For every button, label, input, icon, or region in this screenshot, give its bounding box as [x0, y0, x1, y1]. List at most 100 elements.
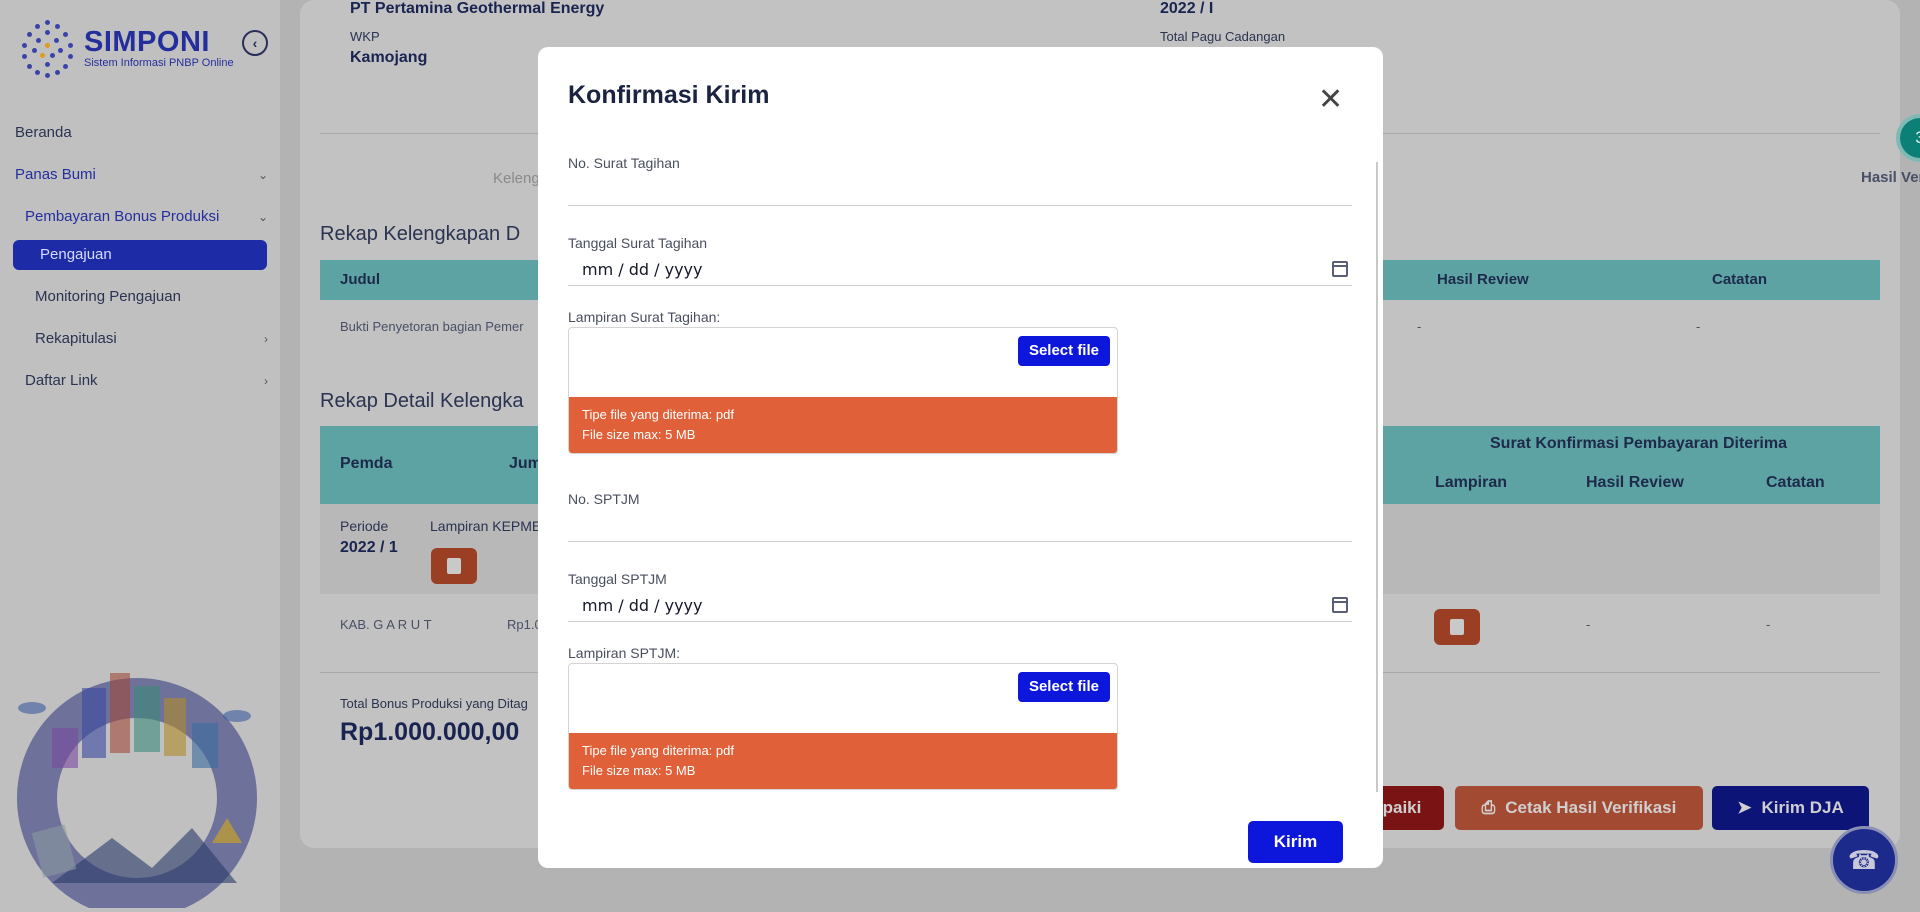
col-catatan-2: Catatan [1766, 474, 1825, 491]
row-catatan: - [1766, 617, 1771, 632]
step-3-circle: 3 [1900, 118, 1920, 158]
sidebar-item-monitoring-pengajuan[interactable]: Monitoring Pengajuan [0, 276, 280, 318]
tanggal-sptjm-underline [568, 621, 1352, 622]
collapse-sidebar-button[interactable]: ‹ [242, 30, 268, 56]
lampiran-surat-tagihan-label: Lampiran Surat Tagihan: [568, 309, 721, 325]
select-file-button[interactable]: Select file [1017, 672, 1110, 702]
file-requirement-note: Tipe file yang diterima: pdf File size m… [569, 733, 1117, 789]
sidebar-item-panas-bumi[interactable]: Panas Bumi ⌄ [0, 154, 280, 196]
no-sptjm-label: No. SPTJM [568, 491, 640, 507]
sidebar-item-beranda[interactable]: Beranda [0, 112, 280, 154]
pdf-icon [447, 558, 461, 574]
wkp-label: WKP [350, 29, 380, 44]
sidebar-item-label: Daftar Link [25, 372, 98, 389]
chevron-right-icon: › [264, 332, 268, 346]
kirim-button[interactable]: Kirim [1248, 821, 1343, 863]
step-1-label: Keleng [493, 170, 540, 187]
col-hasil-review: Hasil Review [1437, 271, 1529, 288]
tanggal-surat-underline [568, 285, 1352, 286]
konfirmasi-kirim-modal: Konfirmasi Kirim ✕ No. Surat Tagihan Tan… [538, 47, 1383, 868]
tanggal-surat-tagihan-label: Tanggal Surat Tagihan [568, 235, 708, 251]
periode-label: Periode [340, 518, 389, 534]
chevron-down-icon: ⌄ [257, 210, 268, 224]
col-pemda: Pemda [340, 455, 393, 472]
kirim-dja-button-label: Kirim DJA [1761, 798, 1844, 817]
sidebar-menu: Beranda Panas Bumi ⌄ Pembayaran Bonus Pr… [0, 112, 280, 402]
file-requirement-note: Tipe file yang diterima: pdf File size m… [569, 397, 1117, 453]
modal-scrollbar[interactable] [1376, 162, 1378, 792]
tanggal-sptjm-label: Tanggal SPTJM [568, 571, 667, 587]
col-jum: Jum [509, 455, 542, 472]
no-surat-tagihan-underline [568, 205, 1352, 206]
sidebar-item-label: Pembayaran Bonus Produksi [25, 208, 220, 225]
chevron-right-icon: › [264, 374, 268, 388]
sidebar: SIMPONI Sistem Informasi PNBP Online ‹ B… [0, 0, 280, 912]
chevron-left-icon: ‹ [252, 35, 258, 51]
company-name: PT Pertamina Geothermal Energy [350, 0, 605, 17]
pdf-icon [1450, 619, 1464, 635]
rekap-detail-title: Rekap Detail Kelengka [320, 390, 524, 412]
send-icon: ➤ [1737, 798, 1752, 817]
sidebar-item-label: Monitoring Pengajuan [35, 288, 181, 305]
no-sptjm-input[interactable] [568, 509, 1352, 539]
col-surat-konfirmasi: Surat Konfirmasi Pembayaran Diterima [1490, 435, 1787, 452]
total-pagu-label: Total Pagu Cadangan [1160, 29, 1286, 44]
col-lampiran: Lampiran [1435, 474, 1508, 491]
help-chat-button[interactable]: ☎ [1830, 826, 1898, 894]
lampiran-kepme-label: Lampiran KEPME [430, 518, 542, 534]
step-3-label: Hasil Verifikasi [1861, 169, 1920, 186]
close-icon[interactable]: ✕ [1318, 85, 1343, 115]
cetak-hasil-verifikasi-button[interactable]: ⎙ Cetak Hasil Verifikasi [1455, 786, 1703, 830]
file-type-note: Tipe file yang diterima: pdf [582, 407, 734, 422]
select-file-button[interactable]: Select file [1017, 336, 1110, 366]
file-size-note: File size max: 5 MB [582, 763, 696, 778]
sidebar-item-pengajuan[interactable]: Pengajuan [13, 240, 267, 270]
headset-icon: ☎ [1847, 844, 1881, 875]
pdf-lampiran-button[interactable] [1434, 609, 1480, 645]
total-value: Rp1.000.000,00 [340, 718, 520, 746]
perbaiki-button-label: paiki [1382, 798, 1422, 817]
row-jum: Rp1.0 [507, 617, 542, 632]
lampiran-sptjm-upload[interactable]: Select file Tipe file yang diterima: pdf… [568, 663, 1118, 790]
chevron-down-icon: ⌄ [257, 168, 268, 182]
sidebar-item-label: Beranda [15, 124, 72, 141]
col-catatan: Catatan [1712, 271, 1768, 288]
row-hasil-review: - [1586, 617, 1591, 632]
table1-row-catatan: - [1696, 319, 1701, 334]
tanggal-sptjm-input[interactable]: mm / dd / yyyy [568, 591, 1352, 621]
rekap-kelengkapan-title: Rekap Kelengkapan D [320, 223, 521, 245]
kirim-dja-button[interactable]: ➤ Kirim DJA [1712, 786, 1869, 830]
file-size-note: File size max: 5 MB [582, 427, 696, 442]
no-sptjm-underline [568, 541, 1352, 542]
lampiran-surat-tagihan-upload[interactable]: Select file Tipe file yang diterima: pdf… [568, 327, 1118, 454]
table1-row-judul: Bukti Penyetoran bagian Pemer [340, 319, 524, 334]
sidebar-item-pembayaran-bonus-produksi[interactable]: Pembayaran Bonus Produksi ⌄ [0, 196, 280, 238]
wkp-value: Kamojang [350, 49, 428, 66]
cetak-button-label: Cetak Hasil Verifikasi [1505, 798, 1677, 817]
city-illustration [17, 673, 257, 908]
calendar-icon[interactable] [1332, 597, 1348, 613]
tanggal-sptjm-placeholder: mm / dd / yyyy [582, 596, 703, 615]
no-surat-tagihan-input[interactable] [568, 173, 1352, 203]
sidebar-item-rekapitulasi[interactable]: Rekapitulasi › [0, 318, 280, 360]
sidebar-item-label: Rekapitulasi [35, 330, 117, 347]
pdf-download-button[interactable] [431, 548, 477, 584]
tanggal-surat-tagihan-input[interactable]: mm / dd / yyyy [568, 255, 1352, 285]
sidebar-item-label: Panas Bumi [15, 166, 96, 183]
tanggal-surat-placeholder: mm / dd / yyyy [582, 260, 703, 279]
logo-subtitle: Sistem Informasi PNBP Online [84, 57, 234, 69]
simponi-logo-icon [18, 18, 78, 78]
row-pemda: KAB. G A R U T [340, 617, 432, 632]
calendar-icon[interactable] [1332, 261, 1348, 277]
col-hasil-review-2: Hasil Review [1586, 474, 1684, 491]
no-surat-tagihan-label: No. Surat Tagihan [568, 155, 680, 171]
printer-icon: ⎙ [1481, 798, 1496, 817]
lampiran-sptjm-label: Lampiran SPTJM: [568, 645, 681, 661]
logo-title: SIMPONI [84, 26, 210, 58]
periode-value: 2022 / 1 [340, 539, 398, 556]
sidebar-item-daftar-link[interactable]: Daftar Link › [0, 360, 280, 402]
logo: SIMPONI Sistem Informasi PNBP Online [18, 18, 234, 78]
file-type-note: Tipe file yang diterima: pdf [582, 743, 734, 758]
period-top: 2022 / I [1160, 0, 1214, 17]
table1-row-hasil-review: - [1417, 319, 1422, 334]
